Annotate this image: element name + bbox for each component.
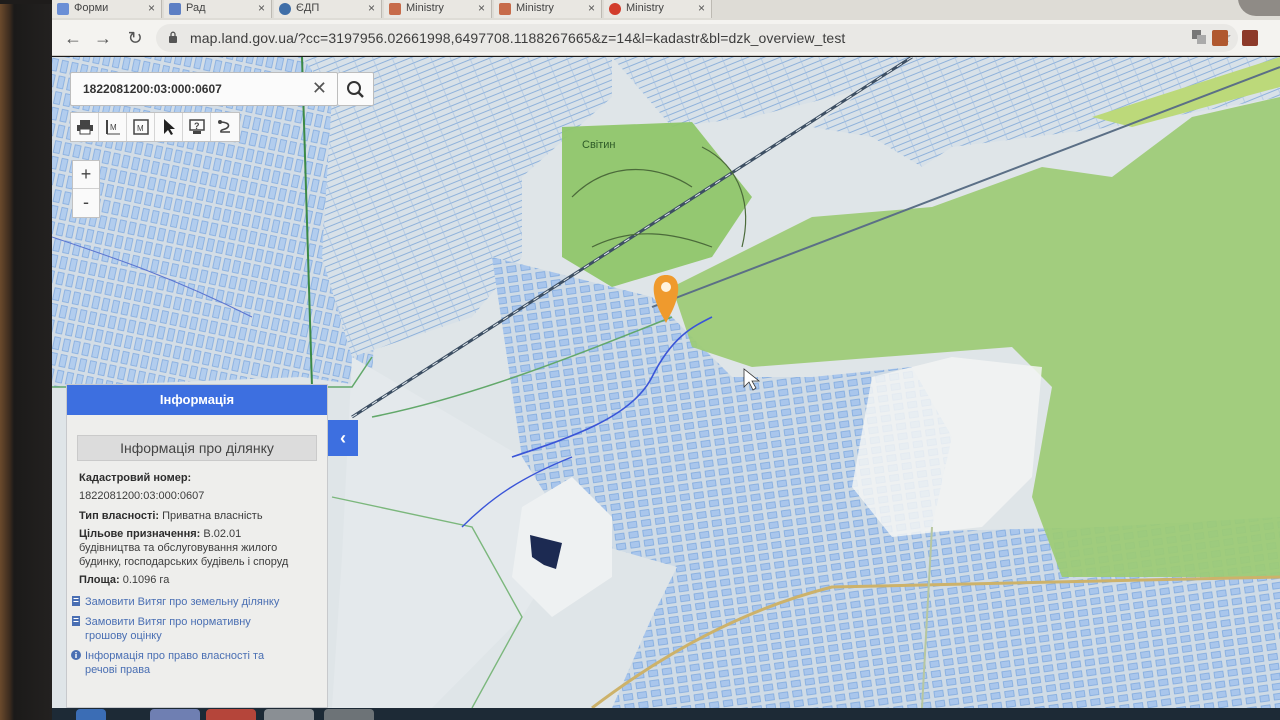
area-row: Площа: 0.1096 га	[79, 574, 170, 586]
browser-tab-strip: Форми × Рад × ЄДП × Ministry × Ministry …	[52, 0, 1280, 20]
clear-icon[interactable]: ✕	[312, 78, 327, 99]
translate-icon[interactable]	[1190, 29, 1208, 47]
cadastral-search-input[interactable]: 1822081200:03:000:0607 ✕	[70, 72, 338, 106]
address-bar[interactable]: map.land.gov.ua/?cc=3197956.02661998,649…	[156, 24, 1238, 52]
purpose-value-line: будинку, господарських будівель і споруд	[79, 556, 289, 568]
taskbar-app-icon[interactable]	[264, 709, 314, 720]
monitor-bezel	[0, 0, 52, 720]
extension-icon[interactable]	[1242, 30, 1258, 46]
print-icon[interactable]	[71, 113, 99, 141]
area-icon[interactable]: M	[127, 113, 155, 141]
close-icon[interactable]: ×	[588, 1, 595, 15]
zoom-out-button[interactable]: -	[73, 189, 99, 217]
url-text[interactable]: map.land.gov.ua/?cc=3197956.02661998,649…	[190, 30, 845, 46]
arrow-right-icon[interactable]: →	[92, 27, 114, 49]
document-icon	[71, 596, 81, 606]
tab-favicon	[389, 3, 401, 15]
browser-tab[interactable]: Рад ×	[164, 0, 272, 18]
taskbar-app-icon[interactable]	[206, 709, 256, 720]
zoom-in-button[interactable]: +	[73, 161, 99, 189]
info-panel: Інформація Інформація про ділянку Кадаст…	[66, 384, 328, 708]
measure-icon[interactable]: M	[99, 113, 127, 141]
tab-title: Ministry	[516, 2, 554, 14]
close-icon[interactable]: ×	[148, 1, 155, 15]
info-icon	[71, 650, 81, 660]
os-taskbar	[52, 708, 1280, 720]
profile-avatar[interactable]	[1238, 0, 1280, 16]
collapse-panel-button[interactable]: ‹	[328, 420, 358, 456]
start-button[interactable]	[76, 709, 106, 720]
browser-tab[interactable]: Ministry ×	[604, 0, 712, 18]
document-icon	[71, 616, 81, 626]
svg-text:?: ?	[194, 121, 200, 131]
search-button[interactable]	[338, 72, 374, 106]
screen: Форми × Рад × ЄДП × Ministry × Ministry …	[0, 0, 1280, 720]
zoom-control: + -	[72, 160, 100, 218]
cadastral-value: 1822081200:03:000:0607	[79, 490, 205, 502]
tab-title: Ministry	[406, 2, 444, 14]
info-panel-title: Інформація про ділянку	[77, 435, 317, 461]
browser-tab[interactable]: ЄДП ×	[274, 0, 382, 18]
cadastral-label: Кадастровий номер:	[79, 472, 192, 484]
taskbar-app-icon[interactable]	[324, 709, 374, 720]
svg-text:M: M	[110, 123, 117, 132]
place-label: Світин	[582, 139, 616, 151]
tab-title: Рад	[186, 2, 206, 14]
tab-title: ЄДП	[296, 2, 320, 14]
browser-tab[interactable]: Форми ×	[52, 0, 162, 18]
tab-title: Ministry	[626, 2, 664, 14]
browser-toolbar: ← → ↻ map.land.gov.ua/?cc=3197956.026619…	[52, 20, 1280, 56]
search-value[interactable]: 1822081200:03:000:0607	[83, 82, 222, 96]
extension-icon[interactable]	[1212, 30, 1228, 46]
ownership-row: Тип власності: Приватна власність	[79, 510, 263, 522]
tab-favicon	[169, 3, 181, 15]
taskbar-app-icon[interactable]	[150, 709, 200, 720]
tab-favicon	[499, 3, 511, 15]
identify-icon[interactable]: ?	[183, 113, 211, 141]
tab-favicon	[609, 3, 621, 15]
route-icon[interactable]	[211, 113, 239, 141]
tab-favicon	[279, 3, 291, 15]
close-icon[interactable]: ×	[698, 1, 705, 15]
close-icon[interactable]: ×	[368, 1, 375, 15]
info-panel-header[interactable]: Інформація	[67, 385, 327, 415]
order-extract-link[interactable]: Замовити Витяг про земельну ділянку	[72, 595, 279, 609]
pointer-icon[interactable]	[155, 113, 183, 141]
reload-icon[interactable]: ↻	[124, 27, 146, 49]
search-icon	[347, 81, 364, 98]
arrow-left-icon[interactable]: ←	[62, 27, 84, 49]
purpose-row: Цільове призначення: В.02.01	[79, 528, 242, 540]
browser-tab[interactable]: Ministry ×	[494, 0, 602, 18]
map-toolbar: M M ?	[70, 112, 240, 142]
close-icon[interactable]: ×	[478, 1, 485, 15]
tab-favicon	[57, 3, 69, 15]
browser-tab[interactable]: Ministry ×	[384, 0, 492, 18]
lock-icon	[169, 31, 177, 43]
svg-text:M: M	[137, 124, 144, 133]
purpose-value-line: будівництва та обслуговування жилого	[79, 542, 278, 554]
ownership-rights-link[interactable]: Інформація про право власності та речові …	[71, 649, 264, 677]
tab-title: Форми	[74, 2, 109, 14]
close-icon[interactable]: ×	[258, 1, 265, 15]
order-valuation-link[interactable]: Замовити Витяг про нормативну грошову оці…	[72, 615, 251, 643]
